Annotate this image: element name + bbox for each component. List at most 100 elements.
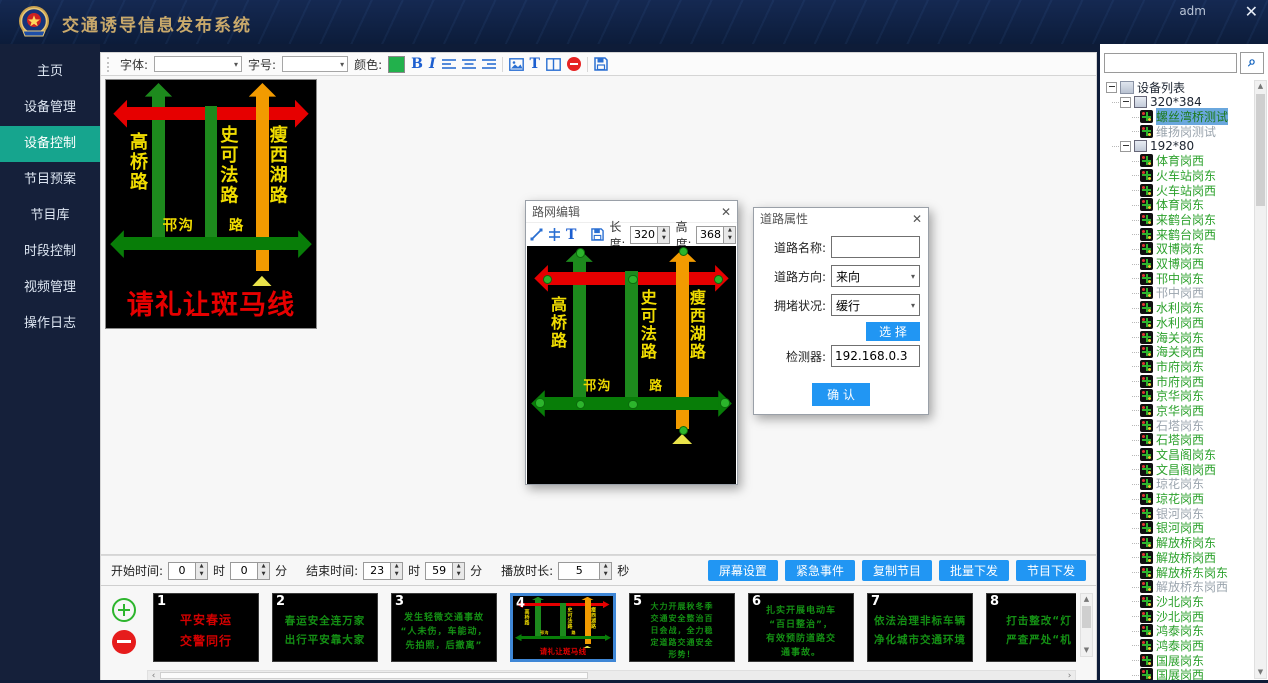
save-icon[interactable] bbox=[594, 57, 608, 71]
sidebar-item-5[interactable]: 时段控制 bbox=[0, 234, 100, 270]
add-program-button[interactable] bbox=[112, 598, 136, 622]
tree-item[interactable]: 鸿泰岗东 bbox=[1140, 623, 1268, 638]
collapse-icon[interactable] bbox=[1120, 97, 1131, 108]
spin-down-icon[interactable]: ▼ bbox=[600, 571, 611, 579]
spin-up-icon[interactable]: ▲ bbox=[724, 227, 735, 235]
tree-root[interactable]: 设备列表 bbox=[1106, 80, 1268, 95]
device-search-input[interactable] bbox=[1104, 53, 1237, 73]
scroll-left-icon[interactable]: ‹ bbox=[148, 671, 159, 680]
scroll-up-icon[interactable]: ▲ bbox=[1081, 594, 1092, 605]
spin-up-icon[interactable]: ▲ bbox=[258, 563, 269, 571]
remove-program-button[interactable] bbox=[112, 630, 136, 654]
image-icon[interactable] bbox=[509, 58, 524, 71]
tree-item[interactable]: 市府岗东 bbox=[1140, 359, 1268, 374]
tree-item[interactable]: 双博岗东 bbox=[1140, 242, 1268, 257]
road-tool-icon[interactable] bbox=[548, 228, 561, 241]
tree-item[interactable]: 来鹤台岗西 bbox=[1140, 227, 1268, 242]
start-hour-input[interactable] bbox=[168, 562, 196, 580]
spin-up-icon[interactable]: ▲ bbox=[600, 563, 611, 571]
tree-item[interactable]: 市府岗西 bbox=[1140, 374, 1268, 389]
scroll-up-icon[interactable]: ▲ bbox=[1255, 81, 1266, 92]
height-input[interactable] bbox=[696, 226, 724, 244]
spin-up-icon[interactable]: ▲ bbox=[453, 563, 464, 571]
spin-down-icon[interactable]: ▼ bbox=[391, 571, 402, 579]
tree-group-1[interactable]: 192*80 bbox=[1120, 139, 1268, 154]
tree-item[interactable]: 解放桥岗西 bbox=[1140, 550, 1268, 565]
spin-down-icon[interactable]: ▼ bbox=[453, 571, 464, 579]
control-point[interactable] bbox=[628, 400, 637, 409]
detector-input[interactable] bbox=[831, 345, 920, 367]
playlist-vertical-scrollbar[interactable]: ▲ ▼ bbox=[1080, 593, 1093, 657]
playlist-item-1[interactable]: 1平安春运交警同行 bbox=[153, 593, 259, 662]
tree-item[interactable]: 双博岗西 bbox=[1140, 256, 1268, 271]
tree-item[interactable]: 水利岗西 bbox=[1140, 315, 1268, 330]
congestion-select[interactable]: 缓行 ▾ bbox=[831, 294, 920, 316]
tree-item[interactable]: 沙北岗西 bbox=[1140, 609, 1268, 624]
collapse-icon[interactable] bbox=[1106, 82, 1117, 93]
tree-item[interactable]: 石塔岗西 bbox=[1140, 433, 1268, 448]
tree-item[interactable]: 体育岗西 bbox=[1140, 153, 1268, 168]
tree-item[interactable]: 京华岗西 bbox=[1140, 403, 1268, 418]
tree-item[interactable]: 琼花岗东 bbox=[1140, 477, 1268, 492]
control-point[interactable] bbox=[679, 247, 688, 256]
window-close-icon[interactable]: ✕ bbox=[1245, 2, 1258, 21]
sidebar-item-6[interactable]: 视频管理 bbox=[0, 270, 100, 306]
align-center-icon[interactable] bbox=[462, 58, 476, 70]
tree-item[interactable]: 解放桥东岗西 bbox=[1140, 579, 1268, 594]
tree-item[interactable]: 火车站岗西 bbox=[1140, 183, 1268, 198]
sidebar-item-0[interactable]: 主页 bbox=[0, 54, 100, 90]
end-min-input[interactable] bbox=[425, 562, 453, 580]
playlist-item-3[interactable]: 3发生轻微交通事故“人未伤，车能动，先拍照，后撤离” bbox=[391, 593, 497, 662]
control-point[interactable] bbox=[714, 275, 723, 284]
search-icon[interactable]: ⌕ bbox=[1240, 52, 1264, 74]
text-tool-icon[interactable]: T bbox=[566, 227, 576, 243]
playlist-item-5[interactable]: 5大力开展秋冬季交通安全整治百日会战，全力稳定道路交通安全形势！ bbox=[629, 593, 735, 662]
text-tool-icon[interactable]: T bbox=[530, 56, 540, 72]
align-left-icon[interactable] bbox=[442, 58, 456, 70]
control-point[interactable] bbox=[679, 426, 688, 435]
action-button-1[interactable]: 紧急事件 bbox=[785, 560, 855, 581]
tree-item[interactable]: 琼花岗西 bbox=[1140, 491, 1268, 506]
tree-item[interactable]: 京华岗东 bbox=[1140, 388, 1268, 403]
spin-up-icon[interactable]: ▲ bbox=[391, 563, 402, 571]
tree-item[interactable]: 文昌阁岗西 bbox=[1140, 462, 1268, 477]
tree-item[interactable]: 来鹤台岗东 bbox=[1140, 212, 1268, 227]
control-point[interactable] bbox=[720, 398, 729, 407]
playlist-item-7[interactable]: 7依法治理非标车辆净化城市交通环境 bbox=[867, 593, 973, 662]
scroll-right-icon[interactable]: › bbox=[1064, 671, 1075, 680]
control-point[interactable] bbox=[535, 398, 544, 407]
tree-item[interactable]: 邗中岗西 bbox=[1140, 286, 1268, 301]
delete-icon[interactable] bbox=[567, 57, 581, 71]
screen-layout-icon[interactable] bbox=[546, 58, 561, 71]
action-button-0[interactable]: 屏幕设置 bbox=[708, 560, 778, 581]
sidebar-item-1[interactable]: 设备管理 bbox=[0, 90, 100, 126]
playlist-item-4[interactable]: 高桥路史可法路瘦西湖路邗沟路请礼让斑马线4 bbox=[510, 593, 616, 662]
playlist-item-2[interactable]: 2春运安全连万家出行平安靠大家 bbox=[272, 593, 378, 662]
tree-item[interactable]: 海关岗东 bbox=[1140, 330, 1268, 345]
tree-item[interactable]: 银河岗西 bbox=[1140, 521, 1268, 536]
tree-item[interactable]: 水利岗东 bbox=[1140, 300, 1268, 315]
action-button-2[interactable]: 复制节目 bbox=[862, 560, 932, 581]
tree-item[interactable]: 维扬岗测试 bbox=[1140, 124, 1268, 139]
sidebar-item-7[interactable]: 操作日志 bbox=[0, 306, 100, 342]
tree-item[interactable]: 鸿泰岗西 bbox=[1140, 638, 1268, 653]
length-input[interactable] bbox=[630, 226, 658, 244]
scroll-down-icon[interactable]: ▼ bbox=[1255, 667, 1266, 678]
spin-down-icon[interactable]: ▼ bbox=[724, 235, 735, 243]
duration-input[interactable] bbox=[558, 562, 600, 580]
road-network-canvas[interactable]: 高桥路史可法路瘦西湖路邗沟路 bbox=[527, 246, 736, 484]
road-direction-select[interactable]: 来向 ▾ bbox=[831, 265, 920, 287]
tree-item[interactable]: 国展岗东 bbox=[1140, 653, 1268, 668]
collapse-icon[interactable] bbox=[1120, 141, 1131, 152]
playlist-item-8[interactable]: 8打击整改“灯严查严处“机 bbox=[986, 593, 1076, 662]
tree-item[interactable]: 海关岗西 bbox=[1140, 344, 1268, 359]
sidebar-item-4[interactable]: 节目库 bbox=[0, 198, 100, 234]
device-name[interactable]: 维扬岗测试 bbox=[1156, 123, 1216, 140]
font-select[interactable]: ▾ bbox=[154, 56, 242, 72]
close-icon[interactable]: ✕ bbox=[721, 205, 731, 219]
select-detector-button[interactable]: 选 择 bbox=[866, 322, 920, 341]
tree-scrollbar[interactable]: ▲ ▼ bbox=[1254, 80, 1267, 679]
confirm-button[interactable]: 确 认 bbox=[812, 383, 870, 406]
tree-item[interactable]: 石塔岗东 bbox=[1140, 418, 1268, 433]
end-hour-input[interactable] bbox=[363, 562, 391, 580]
